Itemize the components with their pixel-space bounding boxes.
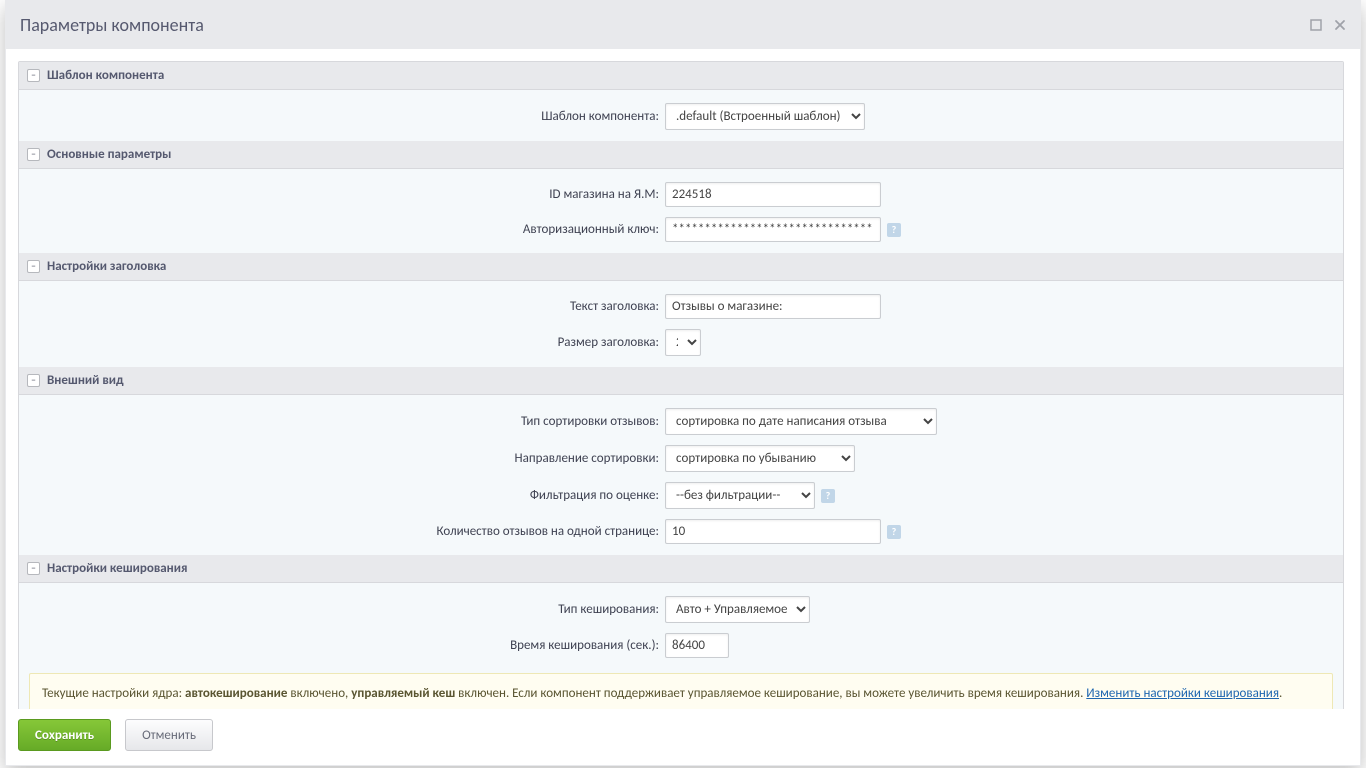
- titlebar: Параметры компонента: [6, 1, 1360, 49]
- save-button[interactable]: Сохранить: [18, 719, 111, 751]
- notice-autocache-on: включено,: [287, 686, 351, 701]
- collapse-icon[interactable]: −: [27, 260, 40, 273]
- select-filter-rating[interactable]: --без фильтрации--: [665, 482, 815, 509]
- titlebar-actions: [1310, 19, 1346, 31]
- row-per-page: Количество отзывов на одной странице: ?: [19, 514, 1343, 549]
- section-header-appearance: − Внешний вид: [19, 367, 1343, 395]
- label-shop-id: ID магазина на Я.М:: [29, 187, 665, 202]
- label-cache-type: Тип кеширования:: [29, 602, 665, 617]
- input-shop-id[interactable]: [665, 182, 881, 207]
- dialog-title: Параметры компонента: [20, 14, 204, 36]
- row-heading-size: Размер заголовка: 2: [19, 324, 1343, 361]
- row-heading-text: Текст заголовка:: [19, 289, 1343, 324]
- row-cache-type: Тип кеширования: Авто + Управляемое: [19, 591, 1343, 628]
- row-shop-id: ID магазина на Я.М:: [19, 177, 1343, 212]
- row-component-template: Шаблон компонента: .default (Встроенный …: [19, 98, 1343, 135]
- section-header-template: − Шаблон компонента: [19, 62, 1343, 90]
- select-sort-dir[interactable]: сортировка по убыванию: [665, 445, 855, 472]
- input-per-page[interactable]: [665, 519, 881, 544]
- dialog-footer: Сохранить Отменить: [6, 709, 1356, 765]
- section-title: Настройки заголовка: [47, 259, 166, 274]
- row-sort-type: Тип сортировки отзывов: сортировка по да…: [19, 403, 1343, 440]
- close-icon[interactable]: [1334, 19, 1346, 31]
- select-heading-size[interactable]: 2: [665, 329, 701, 356]
- input-heading-text[interactable]: [665, 294, 881, 319]
- select-cache-type[interactable]: Авто + Управляемое: [665, 596, 810, 623]
- section-header-main: − Основные параметры: [19, 141, 1343, 169]
- cancel-button[interactable]: Отменить: [125, 719, 213, 751]
- input-cache-time[interactable]: [665, 633, 729, 658]
- row-auth-key: Авторизационный ключ: ?: [19, 212, 1343, 247]
- section-header-heading: − Настройки заголовка: [19, 253, 1343, 281]
- input-auth-key[interactable]: [665, 217, 881, 242]
- section-title: Настройки кеширования: [47, 561, 187, 576]
- help-icon[interactable]: ?: [887, 223, 901, 237]
- label-cache-time: Время кеширования (сек.):: [29, 638, 665, 653]
- row-sort-dir: Направление сортировки: сортировка по уб…: [19, 440, 1343, 477]
- section-body-cache: Тип кеширования: Авто + Управляемое Врем…: [19, 583, 1343, 709]
- notice-prefix: Текущие настройки ядра:: [42, 686, 185, 701]
- label-sort-type: Тип сортировки отзывов:: [29, 414, 665, 429]
- notice-autocache: автокеширование: [185, 686, 287, 701]
- collapse-icon[interactable]: −: [27, 562, 40, 575]
- select-sort-type[interactable]: сортировка по дате написания отзыва: [665, 408, 937, 435]
- row-filter-rating: Фильтрация по оценке: --без фильтрации--…: [19, 477, 1343, 514]
- section-body-appearance: Тип сортировки отзывов: сортировка по да…: [19, 395, 1343, 555]
- section-header-cache: − Настройки кеширования: [19, 555, 1343, 583]
- section-title: Внешний вид: [47, 373, 124, 388]
- row-cache-time: Время кеширования (сек.):: [19, 628, 1343, 663]
- notice-managed-on: включен. Если компонент поддерживает упр…: [455, 686, 1086, 701]
- maximize-icon[interactable]: [1310, 19, 1322, 31]
- help-icon[interactable]: ?: [821, 489, 835, 503]
- scroll-area[interactable]: − Шаблон компонента Шаблон компонента: .…: [6, 49, 1356, 709]
- cache-notice: Текущие настройки ядра: автокеширование …: [29, 673, 1333, 709]
- collapse-icon[interactable]: −: [27, 374, 40, 387]
- dialog-window: Параметры компонента − Шаблон компонента…: [5, 0, 1361, 766]
- help-icon[interactable]: ?: [887, 525, 901, 539]
- label-heading-size: Размер заголовка:: [29, 335, 665, 350]
- select-component-template[interactable]: .default (Встроенный шаблон): [665, 103, 865, 130]
- label-component-template: Шаблон компонента:: [29, 109, 665, 124]
- label-per-page: Количество отзывов на одной странице:: [29, 524, 665, 539]
- label-sort-dir: Направление сортировки:: [29, 451, 665, 466]
- section-title: Основные параметры: [47, 147, 171, 162]
- section-body-template: Шаблон компонента: .default (Встроенный …: [19, 90, 1343, 141]
- notice-link[interactable]: Изменить настройки кеширования: [1086, 686, 1279, 701]
- label-filter-rating: Фильтрация по оценке:: [29, 488, 665, 503]
- label-auth-key: Авторизационный ключ:: [29, 222, 665, 237]
- content-outer: − Шаблон компонента Шаблон компонента: .…: [6, 49, 1360, 765]
- collapse-icon[interactable]: −: [27, 148, 40, 161]
- section-body-heading: Текст заголовка: Размер заголовка: 2: [19, 281, 1343, 367]
- collapse-icon[interactable]: −: [27, 69, 40, 82]
- notice-managed: управляемый кеш: [351, 686, 455, 701]
- section-body-main: ID магазина на Я.М: Авторизационный ключ…: [19, 169, 1343, 253]
- settings-panel: − Шаблон компонента Шаблон компонента: .…: [18, 61, 1344, 709]
- label-heading-text: Текст заголовка:: [29, 299, 665, 314]
- section-title: Шаблон компонента: [47, 68, 164, 83]
